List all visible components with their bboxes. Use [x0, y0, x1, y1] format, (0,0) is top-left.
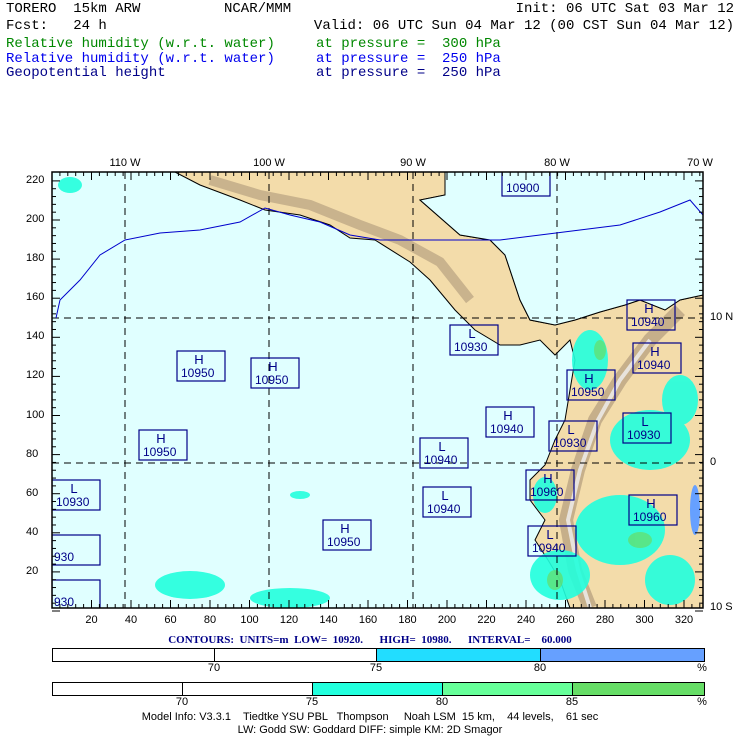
colorbar-segment: [541, 649, 704, 661]
colorbar-label: 75: [305, 696, 319, 708]
colorbar-rh250: [52, 648, 705, 662]
y-tick-label: 180: [26, 252, 45, 265]
center-value: 10930: [56, 495, 90, 509]
center-value: 10950: [571, 385, 605, 399]
y-tick-label: 80: [26, 447, 39, 460]
center-type: H: [646, 496, 655, 511]
center-type: L: [441, 488, 448, 503]
center-value: 10940: [427, 502, 461, 516]
center-value: 10940: [490, 422, 524, 436]
colorbar-segment: [573, 683, 704, 695]
x-tick-label: 260: [556, 614, 575, 626]
center-type: H: [584, 371, 593, 386]
x-tick-label: 100: [240, 614, 259, 626]
center-value: 10950: [143, 445, 177, 459]
colorbar-segment: [53, 683, 183, 695]
y-tick-label: 200: [26, 213, 45, 225]
center-value: 10940: [637, 358, 671, 372]
x-tick-label: 180: [398, 614, 417, 626]
center-type: H: [543, 471, 552, 486]
x-tick-label: 280: [595, 614, 615, 626]
colorbar-segment: [183, 683, 313, 695]
center-type: L: [468, 326, 475, 341]
colorbar-label: 70: [175, 696, 189, 708]
x-tick-label: 80: [203, 614, 217, 626]
colorbar-segment: [377, 649, 541, 661]
colorbar-segment: [443, 683, 573, 695]
colorbar-segment: [313, 683, 443, 695]
x-tick-label: 40: [124, 614, 138, 626]
center-type: H: [644, 301, 653, 316]
center-value: 10930: [454, 340, 488, 354]
center-value: 10900: [506, 181, 540, 195]
colorbar-label: 80: [533, 662, 547, 674]
colorbar-rh300: [52, 682, 705, 696]
center-type: L: [641, 414, 648, 429]
x-tick-label: 300: [635, 614, 654, 626]
center-type: H: [268, 359, 277, 374]
center-type: H: [503, 408, 512, 423]
colorbar-segment: [53, 649, 215, 661]
colorbar-label: 75: [369, 662, 383, 674]
colorbar-segment: [215, 649, 377, 661]
x-tick-label: 160: [358, 614, 378, 626]
x-tick-label: 140: [319, 614, 338, 626]
center-type: L: [70, 481, 77, 496]
y-tick-label: 160: [26, 291, 45, 304]
center-type: L: [546, 527, 553, 542]
center-type: L: [438, 439, 445, 454]
humidity-patch-blue: [690, 485, 700, 535]
center-value: 10930: [553, 436, 587, 450]
center-type: L: [567, 422, 574, 437]
lat-label: 10 N: [710, 311, 734, 323]
center-value: 10930: [627, 428, 661, 442]
lon-label: 90 W: [400, 157, 426, 169]
center-type: H: [156, 431, 165, 446]
center-value: 10960: [633, 510, 667, 524]
x-tick-label: 220: [477, 614, 496, 626]
center-value: 10950: [181, 366, 215, 380]
center-value: 10950: [255, 373, 289, 387]
colorbar-label: 70: [207, 662, 221, 674]
center-value: 10940: [631, 315, 665, 329]
x-tick-label: 60: [164, 614, 177, 626]
x-tick-label: 320: [674, 614, 694, 626]
center-value: 10940: [532, 541, 566, 555]
x-tick-label: 200: [437, 614, 457, 626]
lat-label: 10 S: [710, 601, 733, 613]
contour-info: CONTOURS: UNITS=m LOW= 10920. HIGH= 1098…: [168, 634, 572, 646]
y-tick-label: 120: [26, 369, 45, 382]
lon-label: 110 W: [109, 157, 141, 169]
lon-label: 80 W: [544, 157, 570, 169]
lon-label: 70 W: [687, 157, 713, 169]
weather-map: H10950 H10950H10950L10930930930H10950L109…: [51, 171, 704, 612]
colorbar-label: 85: [565, 696, 579, 708]
colorbar-label: %: [697, 696, 707, 708]
center-type: H: [194, 352, 203, 367]
model-physics: LW: Godd SW: Goddard DIFF: simple KM: 2D…: [237, 724, 503, 736]
center-type: H: [650, 344, 659, 359]
colorbar-label: 80: [435, 696, 449, 708]
model-info: Model Info: V3.3.1 Tiedtke YSU PBL Thomp…: [141, 711, 599, 723]
center-value: 930: [54, 550, 74, 564]
center-value: 10940: [424, 453, 458, 467]
y-tick-label: 20: [26, 564, 39, 577]
y-tick-label: 100: [26, 408, 45, 421]
lon-label: 100 W: [253, 157, 285, 169]
x-tick-label: 20: [85, 614, 98, 626]
center-type: H: [340, 521, 349, 536]
center-value: 10950: [327, 535, 361, 549]
y-tick-label: 60: [26, 486, 39, 499]
center-value: 10960: [530, 485, 564, 499]
colorbar-label: %: [697, 662, 707, 674]
y-tick-label: 40: [26, 525, 39, 538]
y-tick-label: 140: [26, 330, 45, 343]
x-tick-label: 240: [516, 614, 536, 626]
center-value: 930: [54, 595, 74, 609]
lat-label: 0: [710, 456, 717, 468]
x-tick-label: 120: [279, 614, 299, 626]
y-tick-label: 220: [26, 173, 45, 186]
